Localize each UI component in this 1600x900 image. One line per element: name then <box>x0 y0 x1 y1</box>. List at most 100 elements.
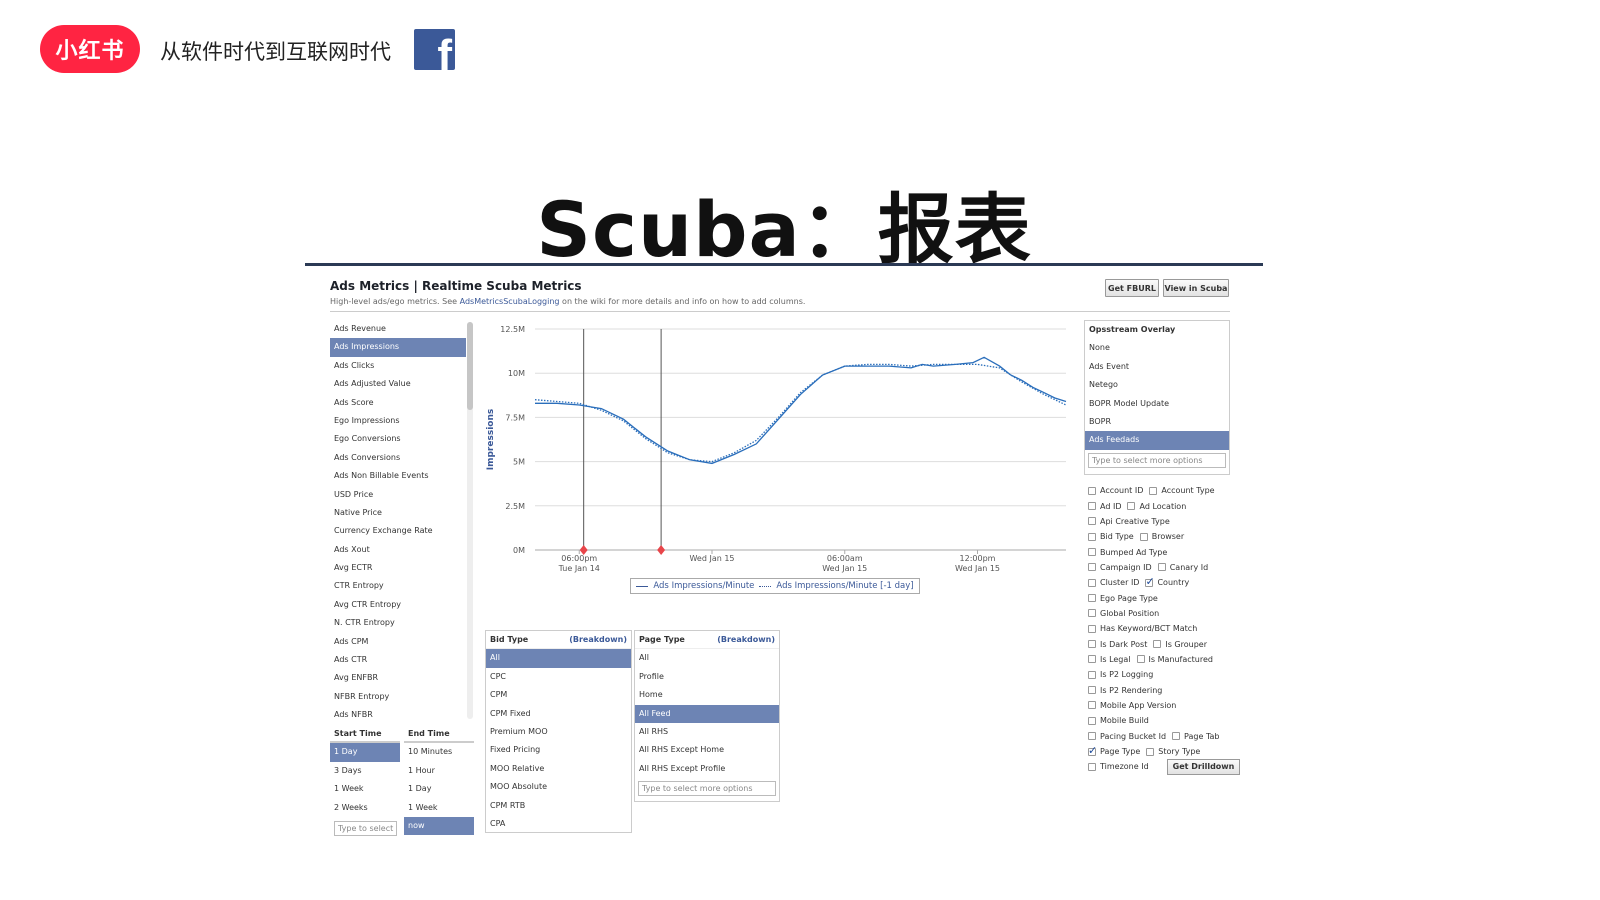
start-time-type-input[interactable]: Type to select <box>334 820 397 836</box>
checkbox-option[interactable]: Is Manufactured <box>1136 655 1213 664</box>
checkbox-option[interactable]: Story Type <box>1146 747 1200 756</box>
metric-item[interactable]: Ads Conversions <box>330 449 466 467</box>
checkbox-option[interactable]: Ad ID <box>1088 502 1121 511</box>
end-time-item[interactable]: now <box>404 816 474 836</box>
checkbox-checked[interactable] <box>1088 744 1097 757</box>
bid-type-item[interactable]: CPM RTB <box>486 797 631 815</box>
checkbox-option[interactable]: Account ID <box>1088 486 1143 495</box>
metric-item[interactable]: Avg ECTR <box>330 559 466 577</box>
metric-item[interactable]: NFBR Entropy <box>330 688 466 706</box>
checkbox[interactable] <box>1088 563 1096 572</box>
checkbox-option[interactable]: Is P2 Rendering <box>1088 686 1162 695</box>
overlay-type-input[interactable]: Type to select more options <box>1088 452 1226 468</box>
overlay-item[interactable]: Ads Feedads <box>1085 431 1229 450</box>
end-time-item[interactable]: 1 Week <box>404 799 474 817</box>
checkbox[interactable] <box>1139 532 1148 541</box>
checkbox-option[interactable]: Bumped Ad Type <box>1088 548 1167 557</box>
page-type-item[interactable]: All RHS <box>635 723 779 741</box>
checkbox-option[interactable]: Mobile App Version <box>1088 701 1176 710</box>
metric-item[interactable]: Currency Exchange Rate <box>330 522 466 540</box>
metric-item[interactable]: Avg CTR Entropy <box>330 596 466 614</box>
get-fburl-button[interactable]: Get FBURL <box>1105 279 1159 297</box>
checkbox-option[interactable]: Ego Page Type <box>1088 594 1158 603</box>
checkbox-option[interactable]: Bid Type <box>1088 532 1134 541</box>
checkbox[interactable] <box>1157 563 1166 572</box>
page-type-item[interactable]: All <box>635 649 779 667</box>
legend-series-1[interactable]: Ads Impressions/Minute <box>653 581 754 591</box>
metric-item[interactable]: N. CTR Entropy <box>330 614 466 632</box>
metric-item[interactable]: Ego Impressions <box>330 412 466 430</box>
checkbox-option[interactable]: Browser <box>1139 532 1184 541</box>
metric-item[interactable]: Ego Conversions <box>330 430 466 448</box>
checkbox[interactable] <box>1136 655 1145 664</box>
bid-type-breakdown-link[interactable]: (Breakdown) <box>569 631 627 648</box>
legend-series-2[interactable]: Ads Impressions/Minute [-1 day] <box>776 581 913 591</box>
overlay-item[interactable]: BOPR Model Update <box>1085 395 1229 413</box>
start-time-item[interactable]: 1 Week <box>330 780 400 798</box>
metric-item[interactable]: Native Price <box>330 504 466 522</box>
page-type-item[interactable]: Profile <box>635 668 779 686</box>
bid-type-item[interactable]: All <box>486 649 631 668</box>
overlay-item[interactable]: Netego <box>1085 376 1229 394</box>
metric-item[interactable]: Avg ENFBR <box>330 669 466 687</box>
page-type-item[interactable]: Home <box>635 686 779 704</box>
checkbox-option[interactable]: Is P2 Logging <box>1088 670 1153 679</box>
checkbox[interactable] <box>1088 594 1096 603</box>
scrollbar-thumb[interactable] <box>467 322 473 410</box>
page-type-item[interactable]: All RHS Except Profile <box>635 760 779 778</box>
checkbox[interactable] <box>1088 762 1096 771</box>
bid-type-item[interactable]: CPA <box>486 815 631 832</box>
overlay-item[interactable]: None <box>1085 339 1229 357</box>
bid-type-item[interactable]: Premium MOO <box>486 723 631 741</box>
checkbox-option[interactable]: Cluster ID <box>1088 578 1139 587</box>
checkbox-option[interactable]: Is Dark Post <box>1088 640 1147 649</box>
metric-item[interactable]: Ads NFBR <box>330 706 466 720</box>
checkbox-option[interactable]: Is Grouper <box>1153 640 1207 649</box>
checkbox-option[interactable]: Timezone Id <box>1088 762 1149 771</box>
metric-item[interactable]: CTR Entropy <box>330 577 466 595</box>
bid-type-item[interactable]: CPM Fixed <box>486 705 631 723</box>
checkbox-option[interactable]: Pacing Bucket Id <box>1088 732 1166 741</box>
wiki-link[interactable]: AdsMetricsScubaLogging <box>460 297 560 306</box>
checkbox-option[interactable]: Canary Id <box>1157 563 1208 572</box>
checkbox-option[interactable]: Country <box>1145 575 1189 588</box>
checkbox-option[interactable]: Mobile Build <box>1088 716 1149 725</box>
metric-item[interactable]: Ads Clicks <box>330 357 466 375</box>
end-time-item[interactable]: 1 Day <box>404 780 474 798</box>
checkbox[interactable] <box>1088 532 1096 541</box>
page-type-type-input[interactable]: Type to select more options <box>638 781 776 797</box>
checkbox[interactable] <box>1127 502 1136 511</box>
checkbox[interactable] <box>1088 686 1096 695</box>
metric-item[interactable]: Ads CTR <box>330 651 466 669</box>
checkbox-checked[interactable] <box>1145 575 1155 588</box>
checkbox[interactable] <box>1088 517 1096 526</box>
checkbox-option[interactable]: Account Type <box>1149 486 1215 495</box>
checkbox[interactable] <box>1088 578 1096 587</box>
end-time-item[interactable]: 1 Hour <box>404 762 474 780</box>
metric-item[interactable]: USD Price <box>330 486 466 504</box>
metric-item[interactable]: Ads CPM <box>330 633 466 651</box>
checkbox[interactable] <box>1149 486 1158 495</box>
event-marker-diamond[interactable] <box>657 545 666 555</box>
checkbox[interactable] <box>1088 732 1096 741</box>
checkbox-option[interactable]: Page Tab <box>1172 732 1219 741</box>
bid-type-item[interactable]: CPC <box>486 668 631 686</box>
bid-type-item[interactable]: CPM <box>486 686 631 704</box>
checkbox[interactable] <box>1088 502 1096 511</box>
start-time-item[interactable]: 3 Days <box>330 762 400 780</box>
overlay-item[interactable]: BOPR <box>1085 413 1229 431</box>
metric-list-scrollbar[interactable] <box>467 322 473 719</box>
bid-type-item[interactable]: MOO Relative <box>486 760 631 778</box>
page-type-item[interactable]: All RHS Except Home <box>635 741 779 759</box>
metric-item[interactable]: Ads Non Billable Events <box>330 467 466 485</box>
checkbox[interactable] <box>1088 609 1096 618</box>
checkbox-option[interactable]: Global Position <box>1088 609 1159 618</box>
get-drilldown-button[interactable]: Get Drilldown <box>1166 758 1241 775</box>
checkbox[interactable] <box>1088 716 1096 725</box>
checkbox[interactable] <box>1088 640 1096 649</box>
checkbox-option[interactable]: Has Keyword/BCT Match <box>1088 624 1197 633</box>
checkbox[interactable] <box>1088 701 1096 710</box>
checkbox-option[interactable]: Api Creative Type <box>1088 517 1170 526</box>
checkbox-option[interactable]: Ad Location <box>1127 502 1186 511</box>
checkbox[interactable] <box>1146 747 1155 756</box>
